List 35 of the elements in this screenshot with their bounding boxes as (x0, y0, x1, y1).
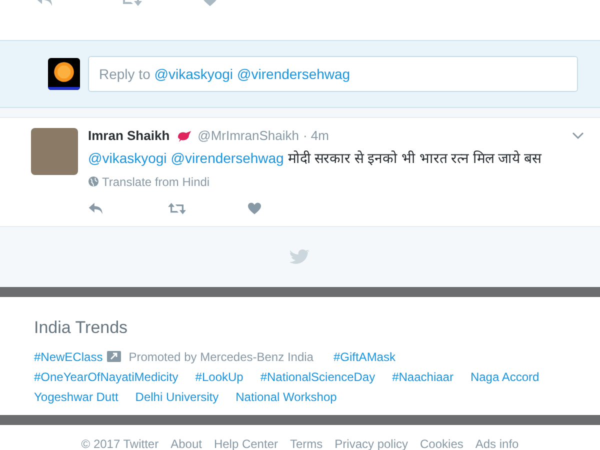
trend-link[interactable]: #NewEClass (34, 346, 103, 366)
trends-title: India Trends (34, 317, 129, 339)
footer-link[interactable]: Terms (290, 435, 323, 450)
trend-link[interactable]: #NationalScienceDay (260, 366, 376, 386)
bird-icon (176, 128, 192, 143)
tweet-text: @vikaskyogi @virendersehwag मोदी सरकार से इनको भी भारत रत्न मिल जाये बस (88, 148, 543, 168)
trend-link[interactable]: #LookUp (195, 366, 244, 386)
trend-link[interactable]: #Naachiaar (392, 366, 454, 386)
avatar-logo (48, 58, 80, 90)
footer-link[interactable]: About (170, 435, 202, 450)
user-handle: @MrImranShaikh (198, 127, 299, 145)
trend-link[interactable]: National Workshop (236, 386, 337, 406)
chevron-down-icon[interactable] (572, 132, 584, 140)
footer-link[interactable]: Cookies (420, 435, 464, 450)
promoted-icon (106, 351, 121, 362)
footer-link[interactable]: Ads info (475, 435, 519, 450)
mention-link[interactable]: @vikaskyogi (88, 150, 167, 166)
bird-logo-icon (290, 248, 310, 266)
promoted-by-text: Promoted by Mercedes-Benz India (128, 348, 314, 366)
reply-icon[interactable] (88, 202, 104, 214)
globe-icon (88, 176, 99, 187)
trend-link[interactable]: #OneYearOfNayatiMedicity (34, 366, 178, 386)
trend-link[interactable]: Yogeshwar Dutt (34, 386, 118, 406)
trend-link[interactable]: Delhi University (135, 386, 219, 406)
footer-link[interactable]: © 2017 Twitter (81, 435, 159, 450)
heart-icon[interactable] (247, 202, 262, 214)
retweet-icon[interactable] (167, 202, 187, 214)
user-name: Imran Shaikh (88, 127, 170, 145)
trend-link[interactable]: #GiftAMask (333, 346, 396, 366)
reply-field[interactable]: Reply to @vikaskyogi @virendersehwag (88, 56, 578, 92)
user-photo-placeholder (31, 128, 78, 175)
trend-link[interactable]: Naga Accord (470, 366, 540, 386)
translate-link[interactable]: Translate from Hindi (102, 172, 210, 190)
mention-link[interactable]: @virendersehwag (170, 150, 284, 166)
tweet-time: · 4m (302, 127, 329, 145)
